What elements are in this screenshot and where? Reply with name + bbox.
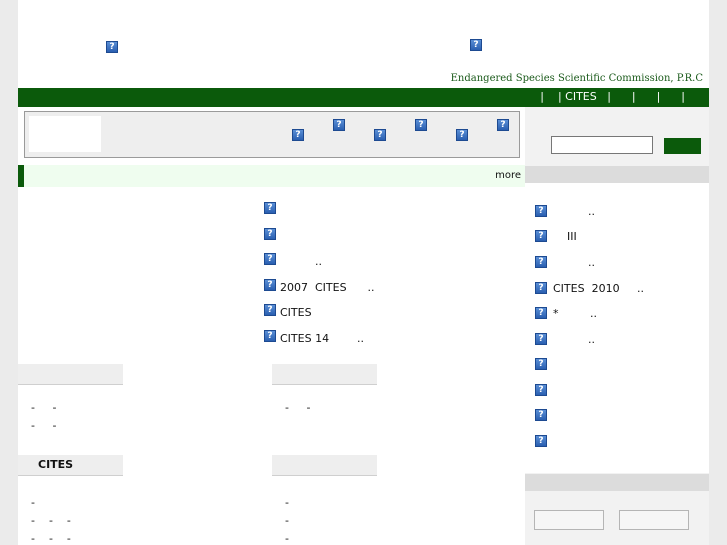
broken-image-icon: [264, 330, 276, 342]
broken-image-icon[interactable]: [292, 129, 304, 141]
broken-image-icon: [535, 333, 547, 345]
section-line[interactable]: - -: [31, 401, 56, 414]
nav-links[interactable]: | | CITES | | | |: [540, 90, 685, 103]
broken-image-icon: [535, 358, 547, 370]
section-line[interactable]: - -: [285, 401, 310, 414]
broken-image-icon: [535, 409, 547, 421]
feature-strip: more: [18, 165, 525, 187]
section-line[interactable]: - - -: [31, 514, 71, 527]
logo-placeholder: [29, 116, 101, 152]
section-header: CITES: [18, 455, 123, 476]
section-line[interactable]: -: [285, 514, 289, 527]
commission-name: Endangered Species Scientific Commission…: [450, 73, 703, 84]
sidebar-link-button[interactable]: [534, 510, 604, 530]
broken-image-icon[interactable]: [456, 129, 468, 141]
broken-image-icon: [535, 384, 547, 396]
broken-image-icon: [535, 435, 547, 447]
broken-image-icon: [535, 205, 547, 217]
broken-image-icon: [264, 202, 276, 214]
sidebar-list: .. III .. CITES 2010 .. * ..: [525, 183, 709, 473]
broken-image-icon: [264, 279, 276, 291]
section-header: [272, 455, 377, 476]
broken-image-icon[interactable]: [415, 119, 427, 131]
broken-image-icon: [264, 228, 276, 240]
section-line[interactable]: -: [31, 496, 35, 509]
right-sidebar: .. III .. CITES 2010 .. * ..: [525, 107, 709, 545]
search-input[interactable]: [551, 136, 653, 154]
nav-bar: | | CITES | | | |: [18, 88, 709, 107]
broken-image-icon[interactable]: [333, 119, 345, 131]
banner-image-icon: [106, 41, 118, 53]
sidebar-link-button[interactable]: [619, 510, 689, 530]
section-line[interactable]: -: [285, 496, 289, 509]
sidebar-section-header: [525, 166, 709, 183]
top-banner-box: [24, 111, 520, 158]
more-link[interactable]: more: [495, 170, 521, 181]
banner-image-icon: [470, 39, 482, 51]
broken-image-icon: [535, 307, 547, 319]
broken-image-icon: [264, 304, 276, 316]
search-button[interactable]: [664, 138, 701, 154]
section-line[interactable]: -: [285, 532, 289, 545]
section-header: [272, 364, 377, 385]
broken-image-icon: [535, 256, 547, 268]
section-line[interactable]: - -: [31, 419, 56, 432]
broken-image-icon: [264, 253, 276, 265]
sidebar-section-header: [525, 474, 709, 491]
feature-strip-accent: [18, 165, 24, 187]
broken-image-icon: [535, 230, 547, 242]
broken-image-icon: [535, 282, 547, 294]
page: Endangered Species Scientific Commission…: [18, 0, 709, 545]
section-line[interactable]: - - -: [31, 532, 71, 545]
broken-image-icon[interactable]: [374, 129, 386, 141]
broken-image-icon[interactable]: [497, 119, 509, 131]
section-header: [18, 364, 123, 385]
